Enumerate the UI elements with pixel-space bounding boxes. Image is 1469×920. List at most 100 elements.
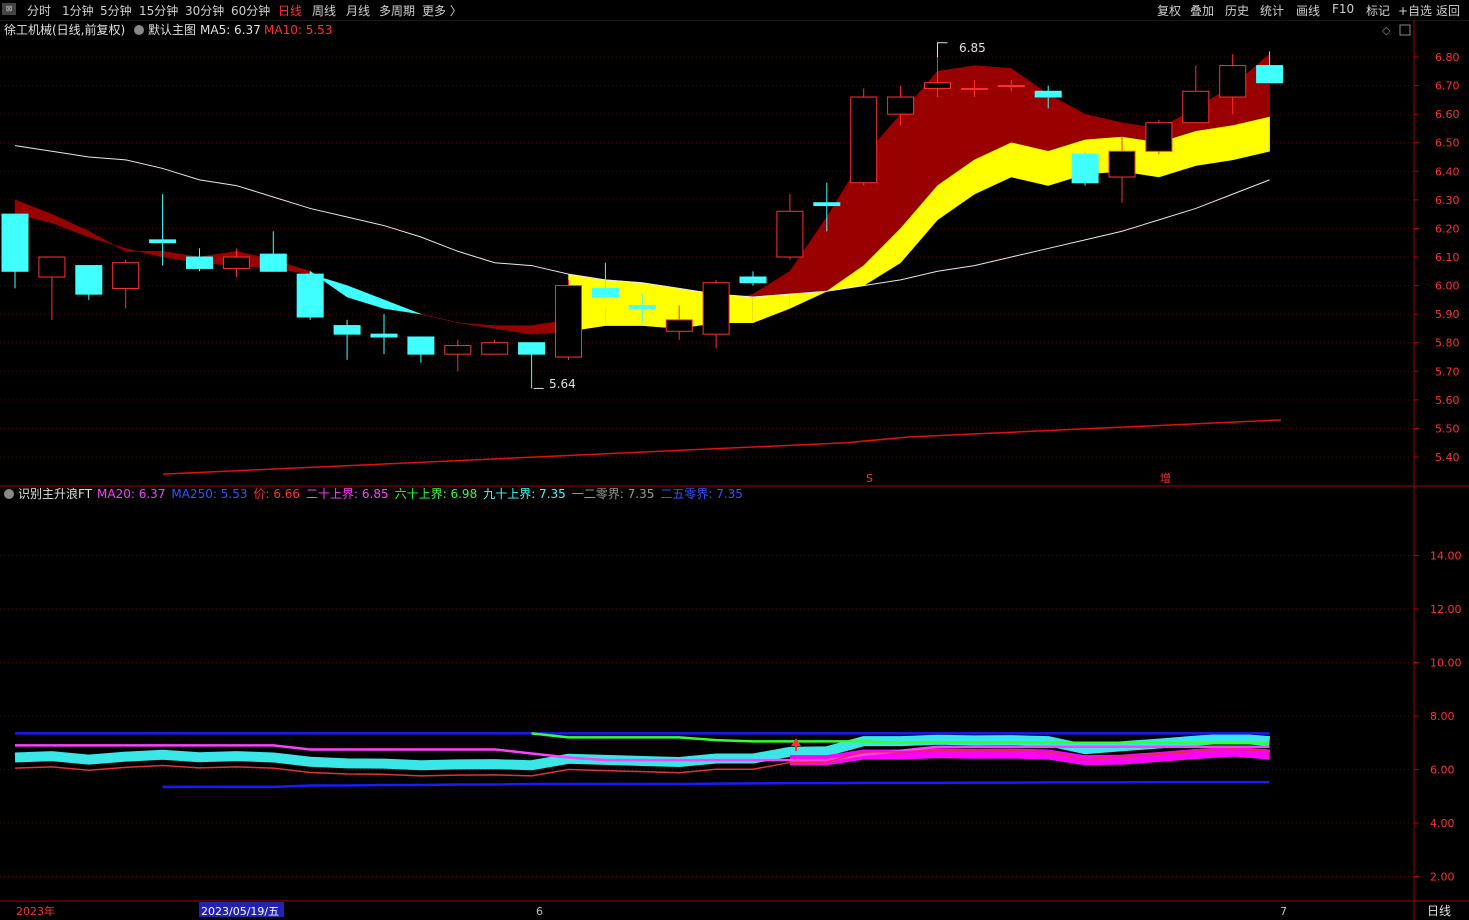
candle-body-up bbox=[887, 96, 915, 115]
candles-layer bbox=[1, 42, 1284, 389]
ribbon-yellow-segment bbox=[1195, 125, 1233, 166]
tab-multi-period[interactable]: 多周期 bbox=[379, 2, 415, 19]
main-price-axis: 6.80 6.70 6.60 6.50 6.40 6.30 6.20 6.10 6.00 5.90… bbox=[1414, 51, 1460, 464]
candle-body-up bbox=[222, 256, 250, 269]
period-toolbar: ⊠ 分时 1分钟 5分钟 15分钟 30分钟 60分钟 日线 周线 月线 多周期… bbox=[0, 0, 1469, 21]
mark-button[interactable]: 标记 bbox=[1366, 2, 1390, 19]
indicator-value: 九十上界: 7.35 bbox=[483, 487, 566, 501]
high-price-label: 6.85 bbox=[959, 41, 986, 55]
overlay-button[interactable]: 叠加 bbox=[1190, 2, 1214, 19]
tab-daily[interactable]: 日线 bbox=[278, 2, 302, 19]
candle-body-down bbox=[1071, 153, 1099, 184]
candle-body-down bbox=[75, 265, 103, 295]
price-tick-label: 6.70 bbox=[1435, 80, 1460, 93]
indicator-tick-label: 14.00 bbox=[1430, 550, 1462, 563]
f10-button[interactable]: F10 bbox=[1332, 2, 1354, 16]
history-button[interactable]: 历史 bbox=[1225, 2, 1249, 19]
draw-button[interactable]: 画线 bbox=[1296, 2, 1320, 19]
price-tick-label: 6.10 bbox=[1435, 251, 1460, 264]
price-tick-label: 6.30 bbox=[1435, 194, 1460, 207]
indicator-tick-label: 12.00 bbox=[1430, 603, 1462, 616]
candle-body-up bbox=[924, 82, 951, 89]
indicator-line bbox=[162, 780, 1270, 789]
candle-body-down bbox=[628, 305, 656, 309]
panel-toggle-icon[interactable]: ⊠ bbox=[2, 3, 16, 15]
indicator-tick-label: 2.00 bbox=[1430, 871, 1455, 884]
price-tick-label: 5.40 bbox=[1435, 451, 1460, 464]
candle-body-down bbox=[259, 253, 287, 272]
add-watchlist-button[interactable]: +自选 bbox=[1398, 2, 1432, 19]
ribbon-red-segment bbox=[51, 213, 90, 238]
ribbon-red-segment bbox=[1084, 113, 1123, 141]
month-7-label: 7 bbox=[1280, 905, 1287, 918]
indicator-tick-label: 10.00 bbox=[1430, 657, 1462, 670]
ribbon-red-segment bbox=[1011, 67, 1049, 152]
ribbon-yellow-segment bbox=[752, 293, 791, 324]
candle-body-up bbox=[960, 87, 988, 90]
candle-body-down bbox=[1, 213, 29, 272]
indicator-axis: 14.00 12.00 10.00 8.00 6.00 4.00 2.00 bbox=[1414, 550, 1462, 884]
candle-body-down bbox=[333, 325, 361, 335]
candle-body-up bbox=[555, 285, 582, 358]
tab-5min[interactable]: 5分钟 bbox=[100, 2, 132, 19]
year-label: 2023年 bbox=[16, 904, 55, 918]
indicator-tick-label: 8.00 bbox=[1430, 710, 1455, 723]
ribbon-red-segment bbox=[88, 230, 126, 252]
diamond-icon[interactable]: ◇ bbox=[1382, 24, 1391, 37]
tab-15min[interactable]: 15分钟 bbox=[139, 2, 178, 19]
indicator-value: 一二零界: 7.35 bbox=[572, 487, 655, 501]
indicator-value: MA20: 6.37 bbox=[97, 487, 165, 501]
ribbon-red-segment bbox=[457, 322, 495, 329]
candle-body-up bbox=[1219, 65, 1247, 98]
price-tick-label: 5.90 bbox=[1435, 308, 1460, 321]
candle-body-up bbox=[997, 85, 1025, 88]
back-button[interactable]: 返回 bbox=[1436, 2, 1460, 19]
price-tick-label: 6.20 bbox=[1435, 222, 1460, 235]
indicator-value: 二五零界: 7.35 bbox=[660, 487, 743, 501]
tab-monthly[interactable]: 月线 bbox=[346, 2, 370, 19]
indicator-value: 二十上界: 6.85 bbox=[306, 487, 389, 501]
price-tick-label: 6.50 bbox=[1435, 137, 1460, 150]
cursor-date-label: 2023/05/19/五 bbox=[201, 905, 279, 918]
candle-body-down bbox=[149, 239, 177, 244]
template-dropdown-icon[interactable] bbox=[134, 25, 144, 35]
low-price-label: 5.64 bbox=[549, 377, 576, 391]
candle-body-down bbox=[370, 333, 398, 338]
s-signal-marker: S bbox=[866, 472, 873, 485]
month-6-label: 6 bbox=[536, 905, 543, 918]
period-label: 日线 bbox=[1427, 904, 1451, 918]
tab-more[interactable]: 更多 〉 bbox=[422, 2, 462, 19]
tab-weekly[interactable]: 周线 bbox=[312, 2, 336, 19]
ribbon-red-segment bbox=[420, 313, 458, 323]
tab-fenshi[interactable]: 分时 bbox=[27, 2, 51, 19]
price-tick-label: 5.70 bbox=[1435, 365, 1460, 378]
stock-title: 徐工机械(日线,前复权) bbox=[4, 22, 125, 37]
indicator-dropdown-icon[interactable] bbox=[4, 489, 14, 499]
candle-body-up bbox=[38, 256, 66, 278]
zeng-signal-marker: 增 bbox=[1160, 471, 1171, 485]
tab-30min[interactable]: 30分钟 bbox=[185, 2, 224, 19]
indicator-title: 识别主升浪FT bbox=[18, 486, 93, 501]
price-tick-label: 5.80 bbox=[1435, 337, 1460, 350]
tab-60min[interactable]: 60分钟 bbox=[231, 2, 270, 19]
tab-1min[interactable]: 1分钟 bbox=[62, 2, 94, 19]
candle-body-down bbox=[1256, 65, 1284, 84]
stats-button[interactable]: 统计 bbox=[1260, 2, 1284, 19]
ma10-label: MA10: 5.53 bbox=[264, 23, 332, 37]
price-tick-label: 6.80 bbox=[1435, 51, 1460, 64]
ribbon-red-segment bbox=[494, 325, 532, 335]
candle-body-up bbox=[776, 210, 804, 258]
ribbon-yellow-segment bbox=[605, 279, 643, 326]
template-label: 默认主图 bbox=[148, 22, 196, 37]
candle-body-up bbox=[702, 282, 730, 335]
candle-body-up bbox=[850, 96, 878, 184]
price-tick-label: 6.40 bbox=[1435, 165, 1460, 178]
chart-area[interactable]: 徐工机械(日线,前复权) 默认主图 MA5: 6.37 MA10: 5.53 ◇… bbox=[0, 20, 1469, 920]
ribbon-cyan-segment bbox=[346, 285, 385, 309]
candle-body-up bbox=[1108, 150, 1136, 178]
indicator-value: 价: 6.66 bbox=[253, 487, 300, 501]
candle-body-up bbox=[1145, 122, 1173, 152]
restore-icon[interactable] bbox=[1399, 24, 1411, 36]
fuquan-button[interactable]: 复权 bbox=[1157, 2, 1181, 19]
price-tick-label: 5.50 bbox=[1435, 422, 1460, 435]
